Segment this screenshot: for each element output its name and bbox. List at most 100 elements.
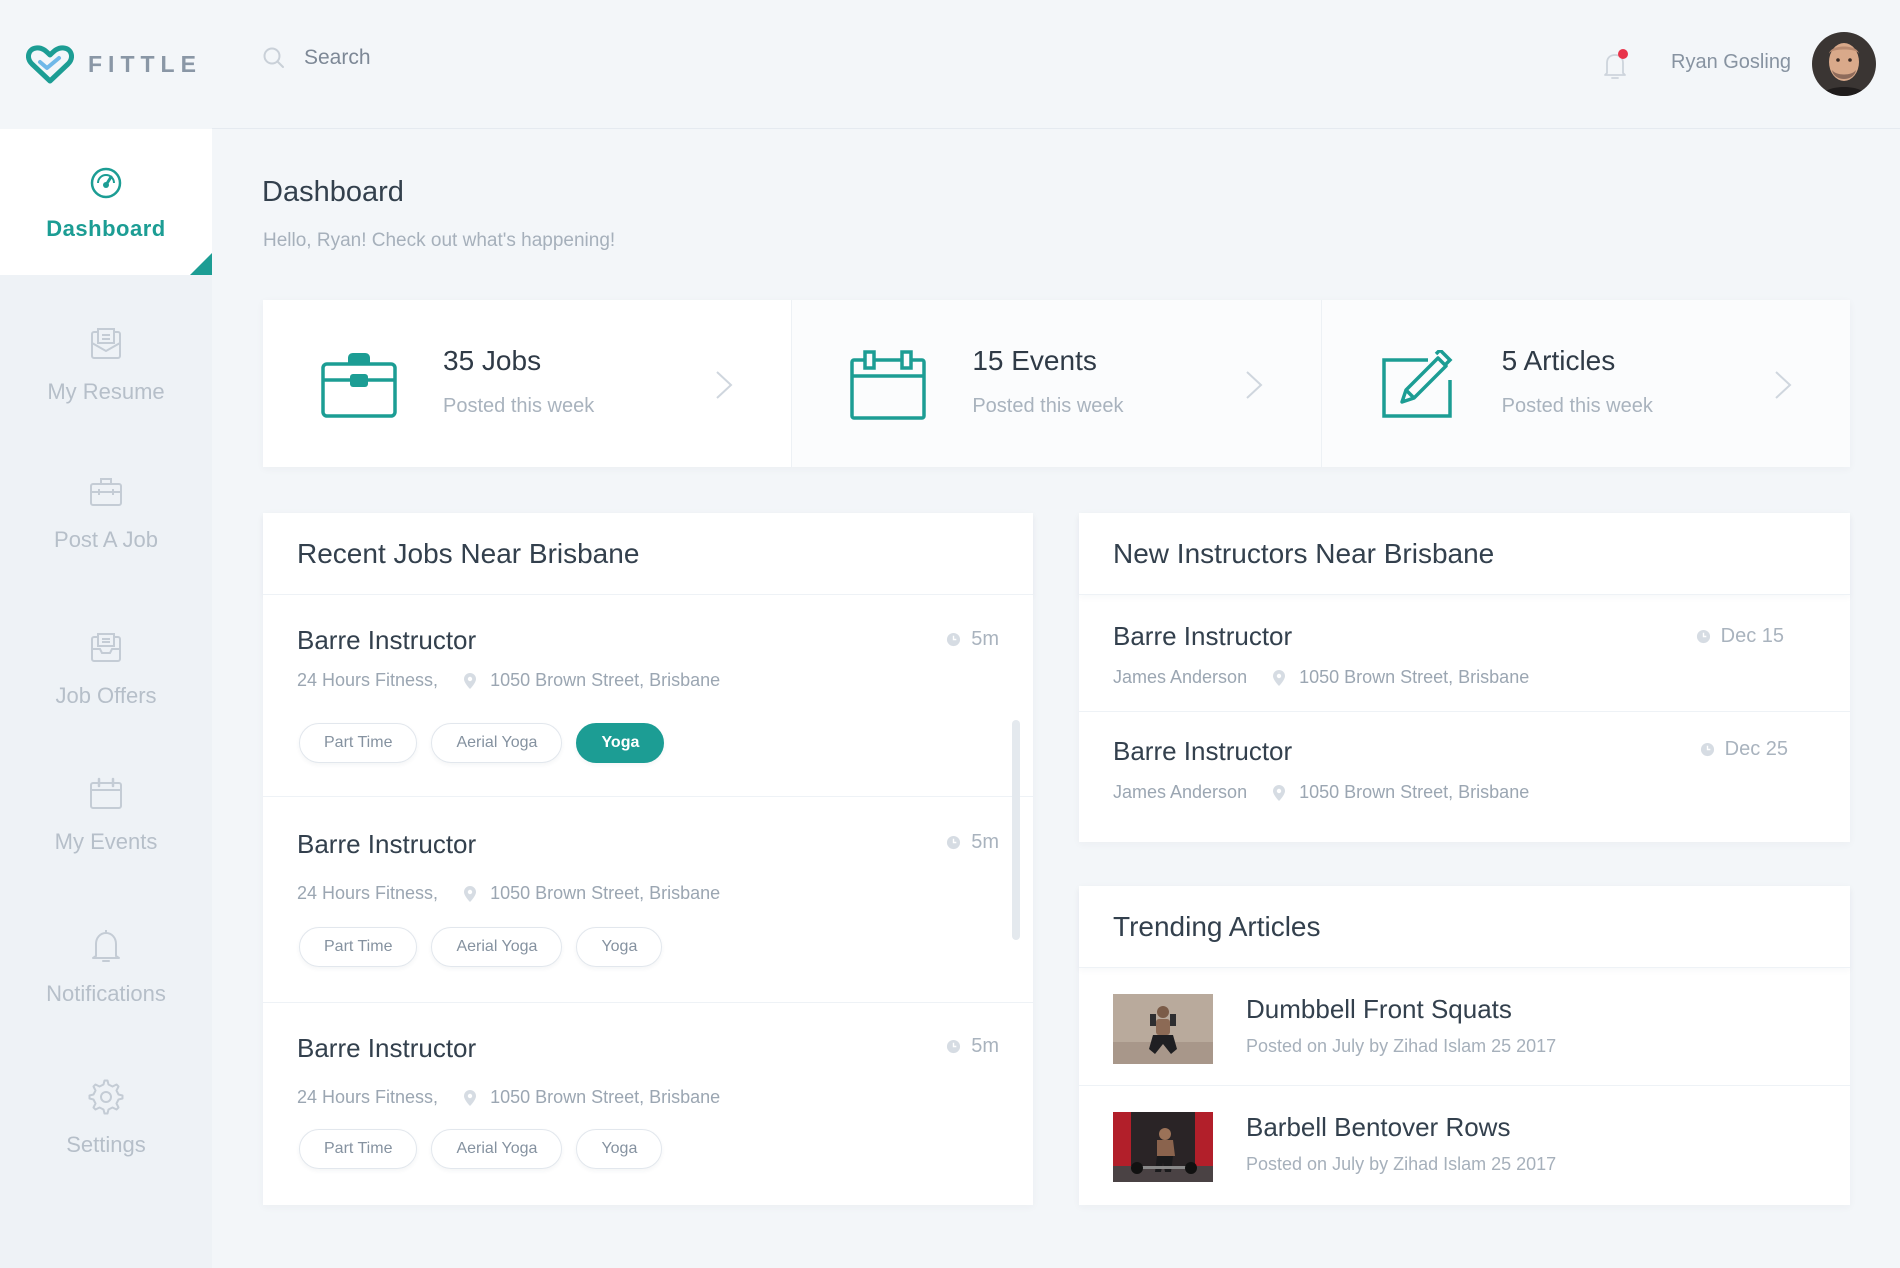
chevron-right-icon[interactable] (715, 370, 733, 400)
article-title: Barbell Bentover Rows (1246, 1112, 1511, 1142)
stat-jobs[interactable]: 35 Jobs Posted this week (263, 300, 793, 467)
chevron-right-icon[interactable] (1245, 370, 1263, 400)
article-item[interactable]: Barbell Bentover Rows Posted on July by … (1079, 1086, 1850, 1204)
briefcase-icon (90, 478, 122, 506)
clock-icon (947, 1039, 961, 1054)
tag-aerial-yoga[interactable]: Aerial Yoga (431, 927, 563, 967)
sidebar-item-job-offers[interactable]: Job Offers (0, 596, 212, 742)
sidebar-item-label: Job Offers (55, 683, 157, 708)
article-item[interactable]: Dumbbell Front Squats Posted on July by … (1079, 968, 1850, 1086)
job-title: Barre Instructor (297, 829, 477, 859)
location-pin-icon (464, 1089, 477, 1106)
location-pin-icon (464, 885, 477, 902)
job-meta: 24 Hours Fitness, 1050 Brown Street, Bri… (297, 670, 720, 691)
tag-part-time[interactable]: Part Time (299, 1129, 418, 1169)
app-name: FITTLE (88, 51, 202, 77)
job-time: 5m (946, 831, 999, 854)
clock-icon (947, 835, 961, 850)
article-meta: Posted on July by Zihad Islam 25 2017 (1246, 1036, 1557, 1056)
sidebar-item-my-events[interactable]: My Events (0, 742, 212, 888)
sidebar-item-label: Post A Job (54, 527, 158, 552)
panel-title: Recent Jobs Near Brisbane (263, 513, 1033, 595)
sidebar-item-label: My Events (54, 829, 158, 854)
squat-photo (1113, 994, 1213, 1064)
job-time-label: 5m (971, 1035, 999, 1057)
instructor-title: Barre Instructor (1113, 736, 1293, 766)
location-pin-icon (1273, 669, 1286, 686)
bell-icon (92, 930, 120, 962)
stat-title: 35 Jobs (443, 345, 542, 376)
instructor-item[interactable]: Barre Instructor Dec 25 James Anderson 1… (1079, 712, 1850, 840)
location-pin-icon (1273, 784, 1286, 801)
resume-icon (91, 328, 121, 359)
sidebar-item-label: Dashboard (46, 216, 166, 241)
tag-yoga[interactable]: Yoga (576, 927, 663, 967)
job-item[interactable]: Barre Instructor 5m 24 Hours Fitness, 10… (263, 1003, 1033, 1203)
tag-list: Part Time Aerial Yoga Yoga (299, 723, 678, 763)
heart-logo-icon (26, 44, 74, 83)
job-company: 24 Hours Fitness, (297, 1087, 439, 1107)
job-company: 24 Hours Fitness, (297, 883, 439, 903)
stat-title: 5 Articles (1501, 345, 1616, 376)
instructor-meta: James Anderson 1050 Brown Street, Brisba… (1113, 667, 1529, 688)
user-name[interactable]: Ryan Gosling (1671, 51, 1791, 74)
job-item[interactable]: Barre Instructor 5m 24 Hours Fitness, 10… (263, 797, 1033, 1003)
articles-panel: Trending Articles Dumbbell Front Squats … (1079, 886, 1850, 1205)
tag-yoga[interactable]: Yoga (576, 1129, 663, 1169)
search-input[interactable] (304, 46, 604, 70)
tag-aerial-yoga[interactable]: Aerial Yoga (431, 723, 563, 763)
sidebar-item-my-resume[interactable]: My Resume (0, 292, 212, 438)
avatar[interactable] (1812, 32, 1876, 96)
instructor-meta: James Anderson 1050 Brown Street, Brisba… (1113, 782, 1529, 803)
job-item[interactable]: Barre Instructor 5m 24 Hours Fitness, 10… (263, 595, 1033, 797)
instructor-name: James Anderson (1113, 782, 1248, 802)
edit-icon (1381, 350, 1453, 418)
clock-icon (1696, 629, 1710, 644)
sidebar-item-post-a-job[interactable]: Post A Job (0, 440, 212, 586)
page-title: Dashboard (262, 176, 404, 208)
stat-articles[interactable]: 5 Articles Posted this week (1321, 300, 1850, 467)
sidebar-item-label: My Resume (47, 379, 165, 404)
chevron-right-icon[interactable] (1774, 370, 1792, 400)
stat-subtitle: Posted this week (443, 395, 595, 417)
tag-aerial-yoga[interactable]: Aerial Yoga (431, 1129, 563, 1169)
clock-icon (1700, 742, 1714, 757)
notification-bell-icon[interactable] (1600, 48, 1630, 82)
active-indicator (190, 253, 212, 275)
instructor-address: 1050 Brown Street, Brisbane (1299, 782, 1530, 802)
job-title: Barre Instructor (297, 1033, 477, 1063)
panel-title: New Instructors Near Brisbane (1079, 513, 1850, 595)
sidebar-item-dashboard[interactable]: Dashboard (0, 129, 212, 275)
search-icon (263, 47, 284, 68)
page-subtitle: Hello, Ryan! Check out what's happening! (263, 230, 616, 251)
job-meta: 24 Hours Fitness, 1050 Brown Street, Bri… (297, 1087, 720, 1108)
tag-yoga[interactable]: Yoga (576, 723, 665, 763)
search-box[interactable] (262, 46, 604, 70)
inbox-icon (91, 633, 121, 662)
scrollbar[interactable] (1012, 720, 1020, 940)
stats-card: 35 Jobs Posted this week 15 Events Poste… (263, 300, 1850, 467)
app-logo[interactable]: FITTLE (0, 0, 212, 129)
instructor-name: James Anderson (1113, 667, 1248, 687)
clock-icon (947, 632, 961, 647)
instructor-item[interactable]: Barre Instructor Dec 15 James Anderson 1… (1079, 595, 1850, 712)
job-time-label: 5m (971, 831, 999, 853)
user-photo (1812, 32, 1876, 96)
sidebar-item-notifications[interactable]: Notifications (0, 894, 212, 1040)
tag-part-time[interactable]: Part Time (299, 723, 418, 763)
sidebar-item-label: Notifications (46, 981, 166, 1006)
instructor-date: Dec 25 (1700, 738, 1788, 761)
job-title: Barre Instructor (297, 625, 477, 655)
instructor-date: Dec 15 (1696, 625, 1784, 648)
job-time-label: 5m (971, 628, 999, 650)
article-meta: Posted on July by Zihad Islam 25 2017 (1246, 1154, 1557, 1174)
sidebar-item-settings[interactable]: Settings (0, 1045, 212, 1191)
briefcase-icon (321, 353, 397, 418)
job-time: 5m (946, 628, 999, 651)
stat-events[interactable]: 15 Events Posted this week (792, 300, 1322, 467)
gauge-icon (90, 167, 122, 199)
tag-part-time[interactable]: Part Time (299, 927, 418, 967)
article-thumbnail (1113, 1112, 1213, 1182)
tag-list: Part Time Aerial Yoga Yoga (299, 1129, 676, 1169)
stat-subtitle: Posted this week (972, 395, 1124, 417)
